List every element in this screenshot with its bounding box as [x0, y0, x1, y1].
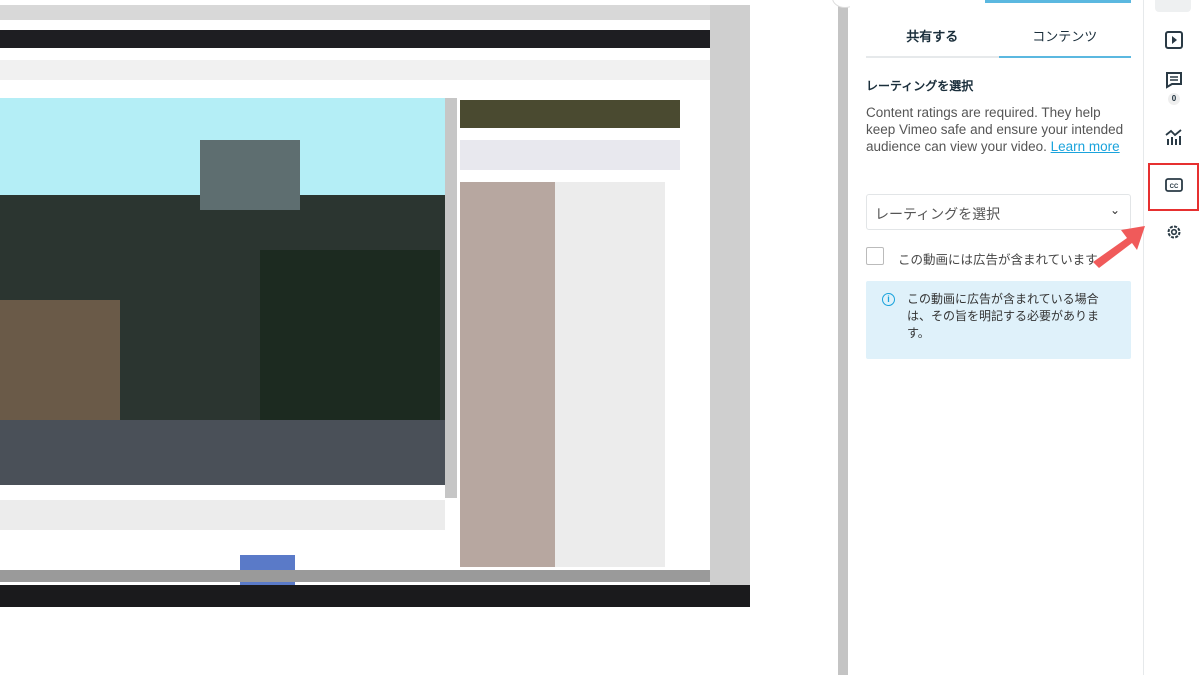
- top-accent-line: [985, 0, 1131, 3]
- tab-share[interactable]: 共有する: [866, 18, 999, 56]
- rating-description: Content ratings are required. They help …: [866, 104, 1128, 155]
- panel-tabs: 共有する コンテンツ: [866, 18, 1131, 58]
- panel-resize-handle[interactable]: [838, 0, 848, 675]
- comment-icon[interactable]: [1164, 70, 1184, 90]
- comment-count-badge: 0: [1168, 93, 1180, 105]
- rating-select-value: レーティングを選択: [875, 206, 1001, 222]
- chevron-down-icon: ⌄: [1109, 203, 1120, 217]
- ads-checkbox[interactable]: [866, 247, 884, 265]
- gear-icon[interactable]: [1164, 222, 1184, 242]
- tab-content[interactable]: コンテンツ: [998, 18, 1131, 58]
- play-icon[interactable]: [1164, 30, 1184, 50]
- rating-heading: レーティングを選択: [866, 79, 974, 93]
- pointer-arrow-icon: [1093, 226, 1145, 268]
- video-preview-pixelated: [0, 0, 750, 620]
- info-notice-text: この動画に広告が含まれている場合は、その旨を明記する必要があります。: [907, 292, 1100, 340]
- rail-top-button[interactable]: [1155, 0, 1191, 12]
- analytics-icon[interactable]: [1164, 127, 1184, 147]
- learn-more-link[interactable]: Learn more: [1051, 139, 1120, 154]
- closed-captions-icon[interactable]: CC: [1164, 175, 1184, 195]
- svg-text:CC: CC: [1170, 184, 1179, 190]
- ads-checkbox-label[interactable]: この動画には広告が含まれています: [898, 249, 1098, 268]
- info-icon: i: [882, 293, 895, 306]
